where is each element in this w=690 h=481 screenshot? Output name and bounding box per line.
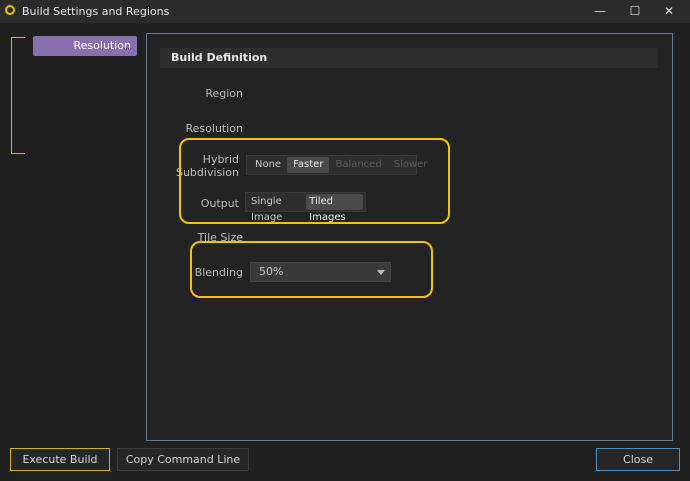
close-window-button[interactable]: ✕ <box>659 3 679 20</box>
close-button[interactable]: Close <box>596 448 680 471</box>
highlight-annotation-2 <box>190 241 433 298</box>
window-title: Build Settings and Regions <box>22 5 170 18</box>
sidebar-item-resolution[interactable]: Resolution <box>33 36 137 56</box>
maximize-button[interactable]: ☐ <box>625 3 645 20</box>
region-label: Region <box>205 87 243 100</box>
resolution-label: Resolution <box>185 122 243 135</box>
section-title: Build Definition <box>160 48 658 68</box>
copy-command-line-button[interactable]: Copy Command Line <box>117 448 249 471</box>
minimize-button[interactable]: — <box>590 3 610 20</box>
title-bar: Build Settings and Regions — ☐ ✕ <box>0 0 690 23</box>
app-logo-icon <box>5 5 15 15</box>
sidebar-group-bracket <box>11 37 25 154</box>
highlight-annotation-1 <box>179 138 450 224</box>
execute-build-button[interactable]: Execute Build <box>10 448 110 471</box>
